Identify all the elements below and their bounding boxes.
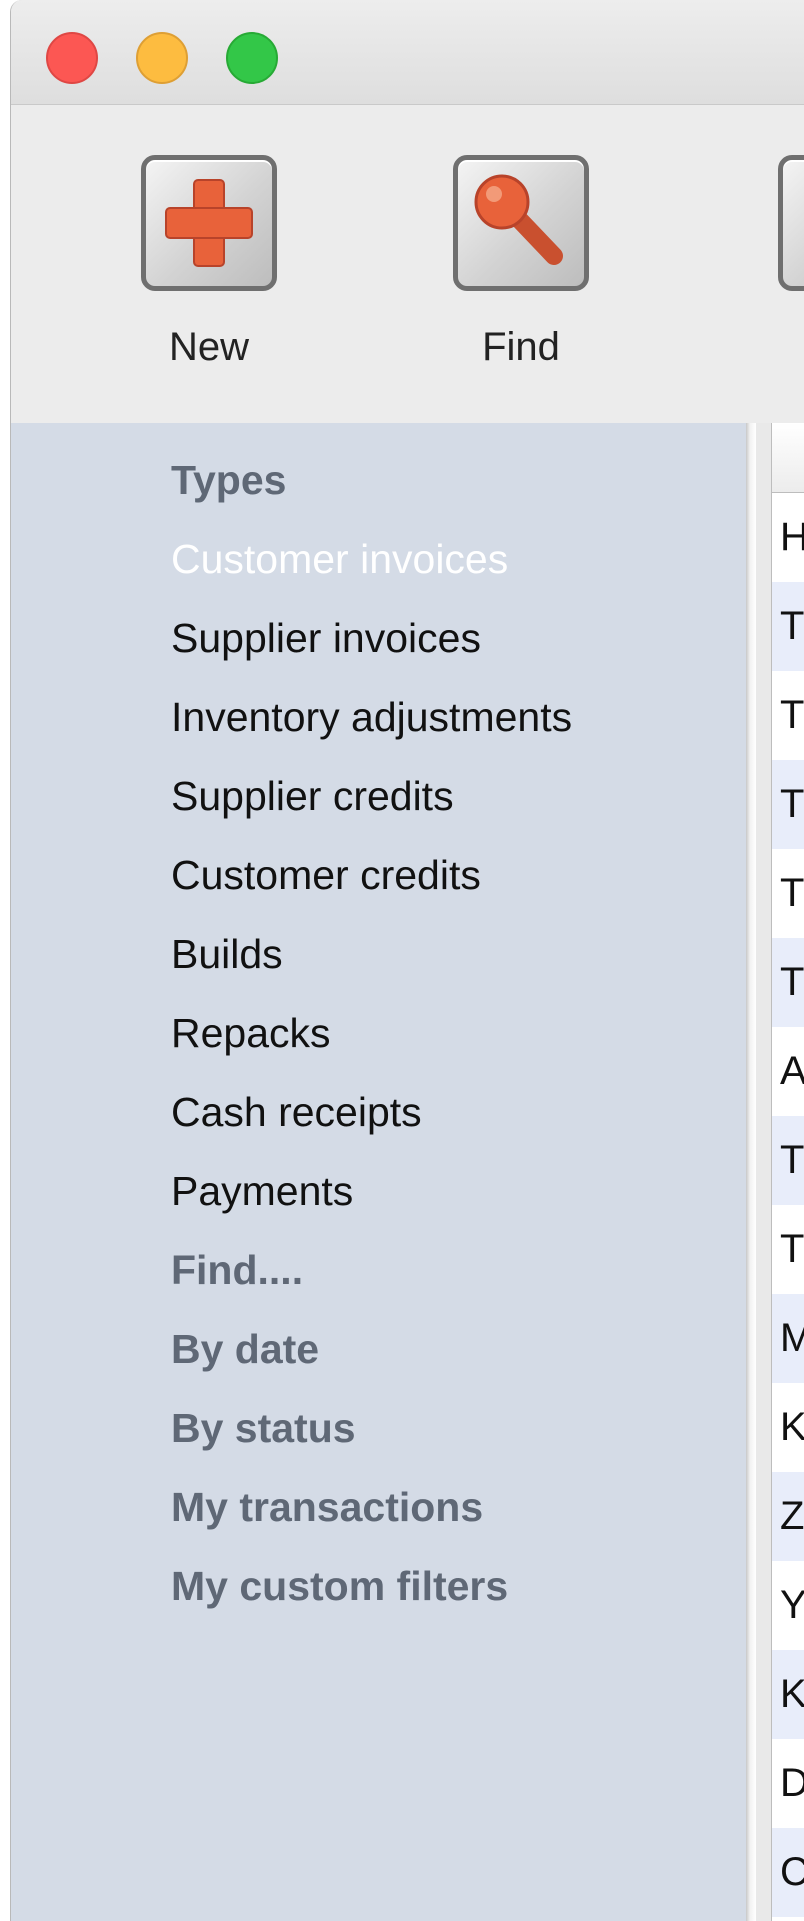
sidebar-item-supplier-invoices[interactable]: Supplier invoices — [171, 613, 481, 663]
partial-label: S — [756, 325, 804, 370]
plus-icon — [165, 179, 253, 267]
sidebar-splitter[interactable] — [746, 423, 756, 1921]
table-row[interactable]: M — [772, 1294, 804, 1383]
close-window-button[interactable] — [46, 32, 98, 84]
find-tool[interactable]: Find — [431, 153, 601, 393]
table-header[interactable] — [772, 423, 804, 493]
table-row[interactable]: Y — [772, 1561, 804, 1650]
sidebar-item-inventory-adjustments[interactable]: Inventory adjustments — [171, 692, 572, 742]
table-row[interactable]: T — [772, 671, 804, 760]
table-row[interactable]: A — [772, 1027, 804, 1116]
sidebar: Types Customer invoices Supplier invoice… — [11, 423, 746, 1921]
title-bar — [11, 0, 804, 105]
toolbar: New Find S — [11, 105, 804, 423]
sidebar-item-payments[interactable]: Payments — [171, 1166, 353, 1216]
table-row[interactable]: T — [772, 938, 804, 1027]
table-row[interactable]: T — [772, 1116, 804, 1205]
table-row[interactable]: D — [772, 1739, 804, 1828]
table-row[interactable]: K — [772, 1383, 804, 1472]
table-row[interactable]: Z — [772, 1472, 804, 1561]
sidebar-item-builds[interactable]: Builds — [171, 929, 283, 979]
sidebar-header-find[interactable]: Find.... — [171, 1245, 303, 1295]
sidebar-header-my-custom-filters[interactable]: My custom filters — [171, 1561, 508, 1611]
minimize-window-button[interactable] — [136, 32, 188, 84]
magnifier-icon — [474, 174, 563, 265]
sidebar-header-by-date[interactable]: By date — [171, 1324, 319, 1374]
table-row[interactable]: T — [772, 849, 804, 938]
sidebar-header-my-transactions[interactable]: My transactions — [171, 1482, 483, 1532]
partial-tool[interactable]: S — [756, 153, 804, 393]
find-button[interactable] — [453, 155, 589, 291]
zoom-window-button[interactable] — [226, 32, 278, 84]
new-label: New — [168, 325, 250, 369]
table-row[interactable]: T — [772, 1205, 804, 1294]
find-label: Find — [482, 325, 560, 369]
table-row[interactable]: T — [772, 582, 804, 671]
sidebar-header-types: Types — [171, 457, 287, 503]
app-window: New Find S Types Customer invoices Suppl… — [10, 0, 804, 1921]
transactions-table: H T T T T T A T T M K Z Y K D C — [771, 423, 804, 1921]
partial-button[interactable] — [778, 155, 804, 291]
sidebar-item-customer-invoices[interactable]: Customer invoices — [171, 534, 508, 584]
sidebar-header-by-status[interactable]: By status — [171, 1403, 356, 1453]
table-row[interactable]: T — [772, 760, 804, 849]
sidebar-item-cash-receipts[interactable]: Cash receipts — [171, 1087, 422, 1137]
new-button[interactable] — [141, 155, 277, 291]
sidebar-item-repacks[interactable]: Repacks — [171, 1008, 331, 1058]
sidebar-item-customer-credits[interactable]: Customer credits — [171, 850, 481, 900]
sidebar-item-supplier-credits[interactable]: Supplier credits — [171, 771, 454, 821]
new-tool[interactable]: New — [119, 153, 289, 393]
table-row[interactable]: C — [772, 1828, 804, 1917]
table-row[interactable]: K — [772, 1650, 804, 1739]
table-row[interactable]: H — [772, 493, 804, 582]
